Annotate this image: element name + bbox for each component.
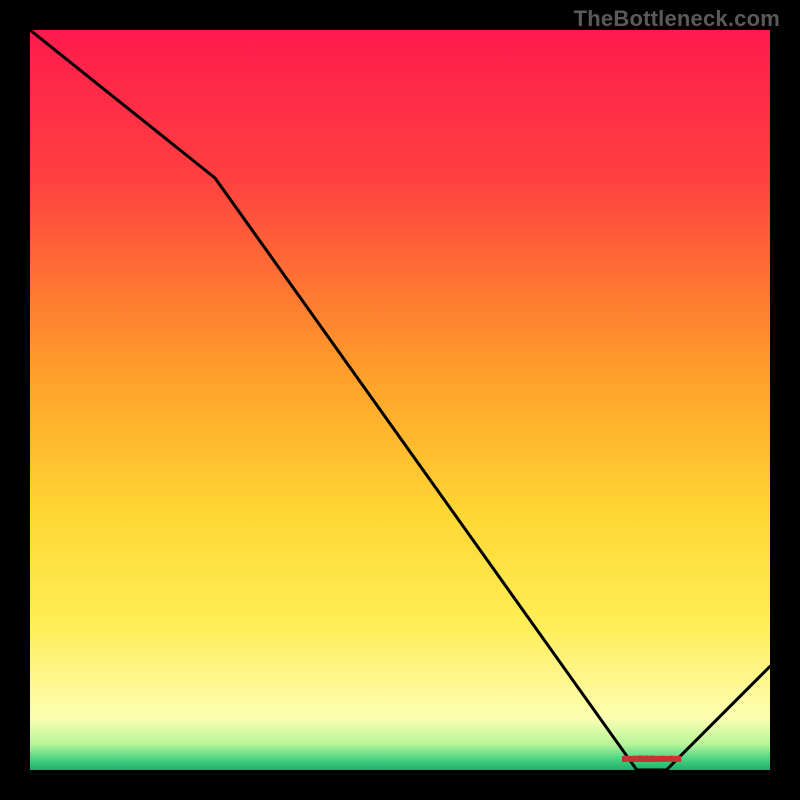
chart-marker-label: RATED 0-0	[624, 754, 674, 764]
watermark-text: TheBottleneck.com	[574, 6, 780, 32]
chart-background-gradient	[30, 30, 770, 770]
chart-plot-area: RATED 0-0	[30, 30, 770, 770]
chart-svg	[30, 30, 770, 770]
